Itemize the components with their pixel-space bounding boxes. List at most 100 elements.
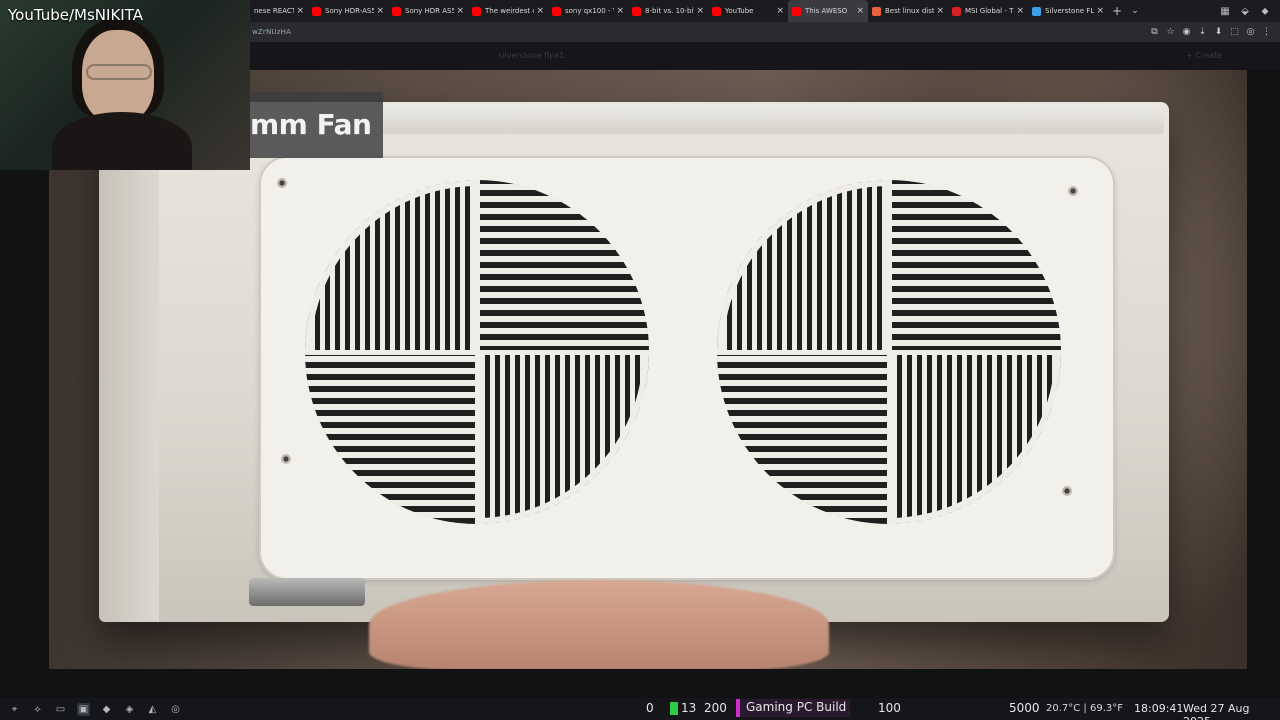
fan-grille-right bbox=[717, 180, 1061, 524]
window-control-icon[interactable]: ⬙ bbox=[1238, 6, 1252, 17]
webcam-overlay: YouTube/MsNIKITA bbox=[0, 0, 250, 170]
tab-close-icon[interactable]: × bbox=[856, 6, 864, 16]
webcam-body bbox=[52, 112, 192, 170]
green-bar-icon bbox=[670, 702, 678, 715]
tab-title: Sony HDR-AS50 bbox=[325, 7, 375, 15]
tab-list-button[interactable]: ⌄ bbox=[1126, 6, 1144, 16]
tab-title: nese REACT bbox=[254, 7, 295, 15]
toolbar-icon[interactable]: ⬚ bbox=[1229, 27, 1240, 38]
tab-favicon-icon bbox=[712, 6, 721, 16]
browser-tab[interactable]: 8-bit vs. 10-bit V× bbox=[628, 0, 708, 22]
browser-tab[interactable]: This AWESO × bbox=[788, 0, 868, 22]
stat-two-hundred: 200 bbox=[704, 701, 727, 715]
taskbar-launchers: ⌖ ⟡ ▭ ▣ ◆ ◈ ◭ ◎ bbox=[0, 702, 182, 716]
browser-tab[interactable]: Best linux distro× bbox=[868, 0, 948, 22]
psu-image bbox=[99, 102, 1169, 622]
player-title: silverstone flpx1 bbox=[498, 51, 565, 60]
tab-favicon-icon bbox=[872, 6, 881, 16]
tab-close-icon[interactable]: × bbox=[776, 6, 784, 16]
screw bbox=[277, 178, 287, 188]
tab-close-icon[interactable]: × bbox=[696, 6, 704, 16]
grille-divider bbox=[887, 180, 892, 524]
browser-tab[interactable]: sony qx100 - Yo× bbox=[548, 0, 628, 22]
browser-tab[interactable]: Silverstone FLPI× bbox=[1028, 0, 1108, 22]
player-header: silverstone flpx1 + Create bbox=[250, 42, 1280, 70]
window-controls: ▦ ⬙ ⬥ bbox=[1218, 6, 1280, 17]
tab-close-icon[interactable]: × bbox=[376, 6, 384, 16]
tab-title: Sony HDR AS50 bbox=[405, 7, 455, 15]
fan-grille-left bbox=[305, 180, 649, 524]
temperature-readout: 20.7°C | 69.3°F bbox=[1046, 703, 1123, 714]
stat-zero: 0 bbox=[646, 701, 654, 715]
tab-title: sony qx100 - Yo bbox=[565, 7, 614, 15]
grille-divider bbox=[475, 180, 480, 524]
window-control-icon[interactable]: ⬥ bbox=[1258, 6, 1272, 17]
browser-tab[interactable]: Sony HDR-AS50× bbox=[308, 0, 388, 22]
browser-tab[interactable]: nese REACT × bbox=[250, 0, 308, 22]
grille-quadrant bbox=[305, 352, 477, 524]
stat-thirteen: 13 bbox=[670, 701, 696, 715]
stat-hundred: 100 bbox=[878, 701, 901, 715]
tab-favicon-icon bbox=[312, 6, 321, 16]
workspace-label[interactable]: Gaming PC Build bbox=[736, 699, 851, 717]
hand bbox=[369, 580, 829, 669]
address-bar[interactable]: wZrNUzHA ⧉ ☆ ◉ ⇣ ⬇ ⬚ ◎ ⋮ bbox=[250, 22, 1280, 42]
tab-title: This AWESO bbox=[805, 7, 848, 15]
taskbar-app-icon[interactable]: ⌖ bbox=[8, 703, 21, 716]
browser-tab[interactable]: Sony HDR AS50× bbox=[388, 0, 468, 22]
taskbar-app-icon[interactable]: ▭ bbox=[54, 703, 67, 716]
tab-close-icon[interactable]: × bbox=[1096, 6, 1104, 16]
webcam-label: YouTube/MsNIKITA bbox=[8, 6, 143, 24]
tab-favicon-icon bbox=[632, 6, 641, 16]
url-text[interactable]: wZrNUzHA bbox=[252, 28, 291, 36]
tab-title: MSI Global - The bbox=[965, 7, 1014, 15]
tab-favicon-icon bbox=[472, 6, 481, 16]
tab-close-icon[interactable]: × bbox=[1016, 6, 1024, 16]
taskbar-app-icon[interactable]: ▣ bbox=[77, 702, 90, 716]
taskbar-app-icon[interactable]: ◈ bbox=[123, 703, 136, 716]
fan-grille-plate bbox=[259, 156, 1115, 580]
grille-quadrant bbox=[889, 180, 1061, 352]
lower-third-caption: mm Fan bbox=[250, 92, 383, 158]
taskbar-app-icon[interactable]: ⟡ bbox=[31, 703, 44, 716]
screw bbox=[1062, 486, 1072, 496]
stat-thirteen-value: 13 bbox=[681, 701, 697, 715]
tab-favicon-icon bbox=[552, 6, 561, 16]
toolbar-icon[interactable]: ◉ bbox=[1181, 27, 1192, 38]
taskbar: ⌖ ⟡ ▭ ▣ ◆ ◈ ◭ ◎ 0 13 200 Gaming PC Build 100 50… bbox=[0, 698, 1280, 720]
toolbar-icon[interactable]: ◎ bbox=[1245, 27, 1256, 38]
toolbar-icon[interactable]: ⧉ bbox=[1149, 27, 1160, 38]
new-tab-button[interactable]: + bbox=[1108, 4, 1126, 18]
window-control-icon[interactable]: ▦ bbox=[1218, 6, 1232, 17]
tab-close-icon[interactable]: × bbox=[296, 6, 304, 16]
browser-tab[interactable]: YouTube × bbox=[708, 0, 788, 22]
screw bbox=[281, 454, 291, 464]
tab-close-icon[interactable]: × bbox=[936, 6, 944, 16]
taskbar-app-icon[interactable]: ◆ bbox=[100, 703, 113, 716]
browser-tab[interactable]: The weirdest ca× bbox=[468, 0, 548, 22]
toolbar-icon[interactable]: ⋮ bbox=[1261, 27, 1272, 38]
tab-close-icon[interactable]: × bbox=[536, 6, 544, 16]
tab-title: 8-bit vs. 10-bit V bbox=[645, 7, 695, 15]
psu-foot bbox=[249, 578, 365, 606]
toolbar-icon[interactable]: ☆ bbox=[1165, 27, 1176, 38]
toolbar-icon[interactable]: ⇣ bbox=[1197, 27, 1208, 38]
webcam-glasses bbox=[86, 64, 152, 80]
taskbar-app-icon[interactable]: ◎ bbox=[169, 703, 182, 716]
grille-quadrant bbox=[717, 352, 889, 524]
toolbar-icon[interactable]: ⬇ bbox=[1213, 27, 1224, 38]
browser-tab[interactable]: MSI Global - The× bbox=[948, 0, 1028, 22]
tab-title: YouTube bbox=[725, 7, 754, 15]
screw bbox=[1068, 186, 1078, 196]
taskbar-app-icon[interactable]: ◭ bbox=[146, 703, 159, 716]
stat-five-thousand: 5000 bbox=[1009, 701, 1040, 715]
tab-close-icon[interactable]: × bbox=[616, 6, 624, 16]
tab-title: Silverstone FLPI bbox=[1045, 7, 1095, 15]
tab-favicon-icon bbox=[392, 6, 401, 16]
caption-text: mm Fan bbox=[250, 108, 372, 141]
create-button[interactable]: + Create bbox=[1186, 51, 1222, 60]
tab-title: The weirdest ca bbox=[485, 7, 535, 15]
desktop-screen: nese REACT×Sony HDR-AS50×Sony HDR AS50×T… bbox=[0, 0, 1280, 720]
tab-close-icon[interactable]: × bbox=[456, 6, 464, 16]
grille-quadrant bbox=[477, 180, 649, 352]
